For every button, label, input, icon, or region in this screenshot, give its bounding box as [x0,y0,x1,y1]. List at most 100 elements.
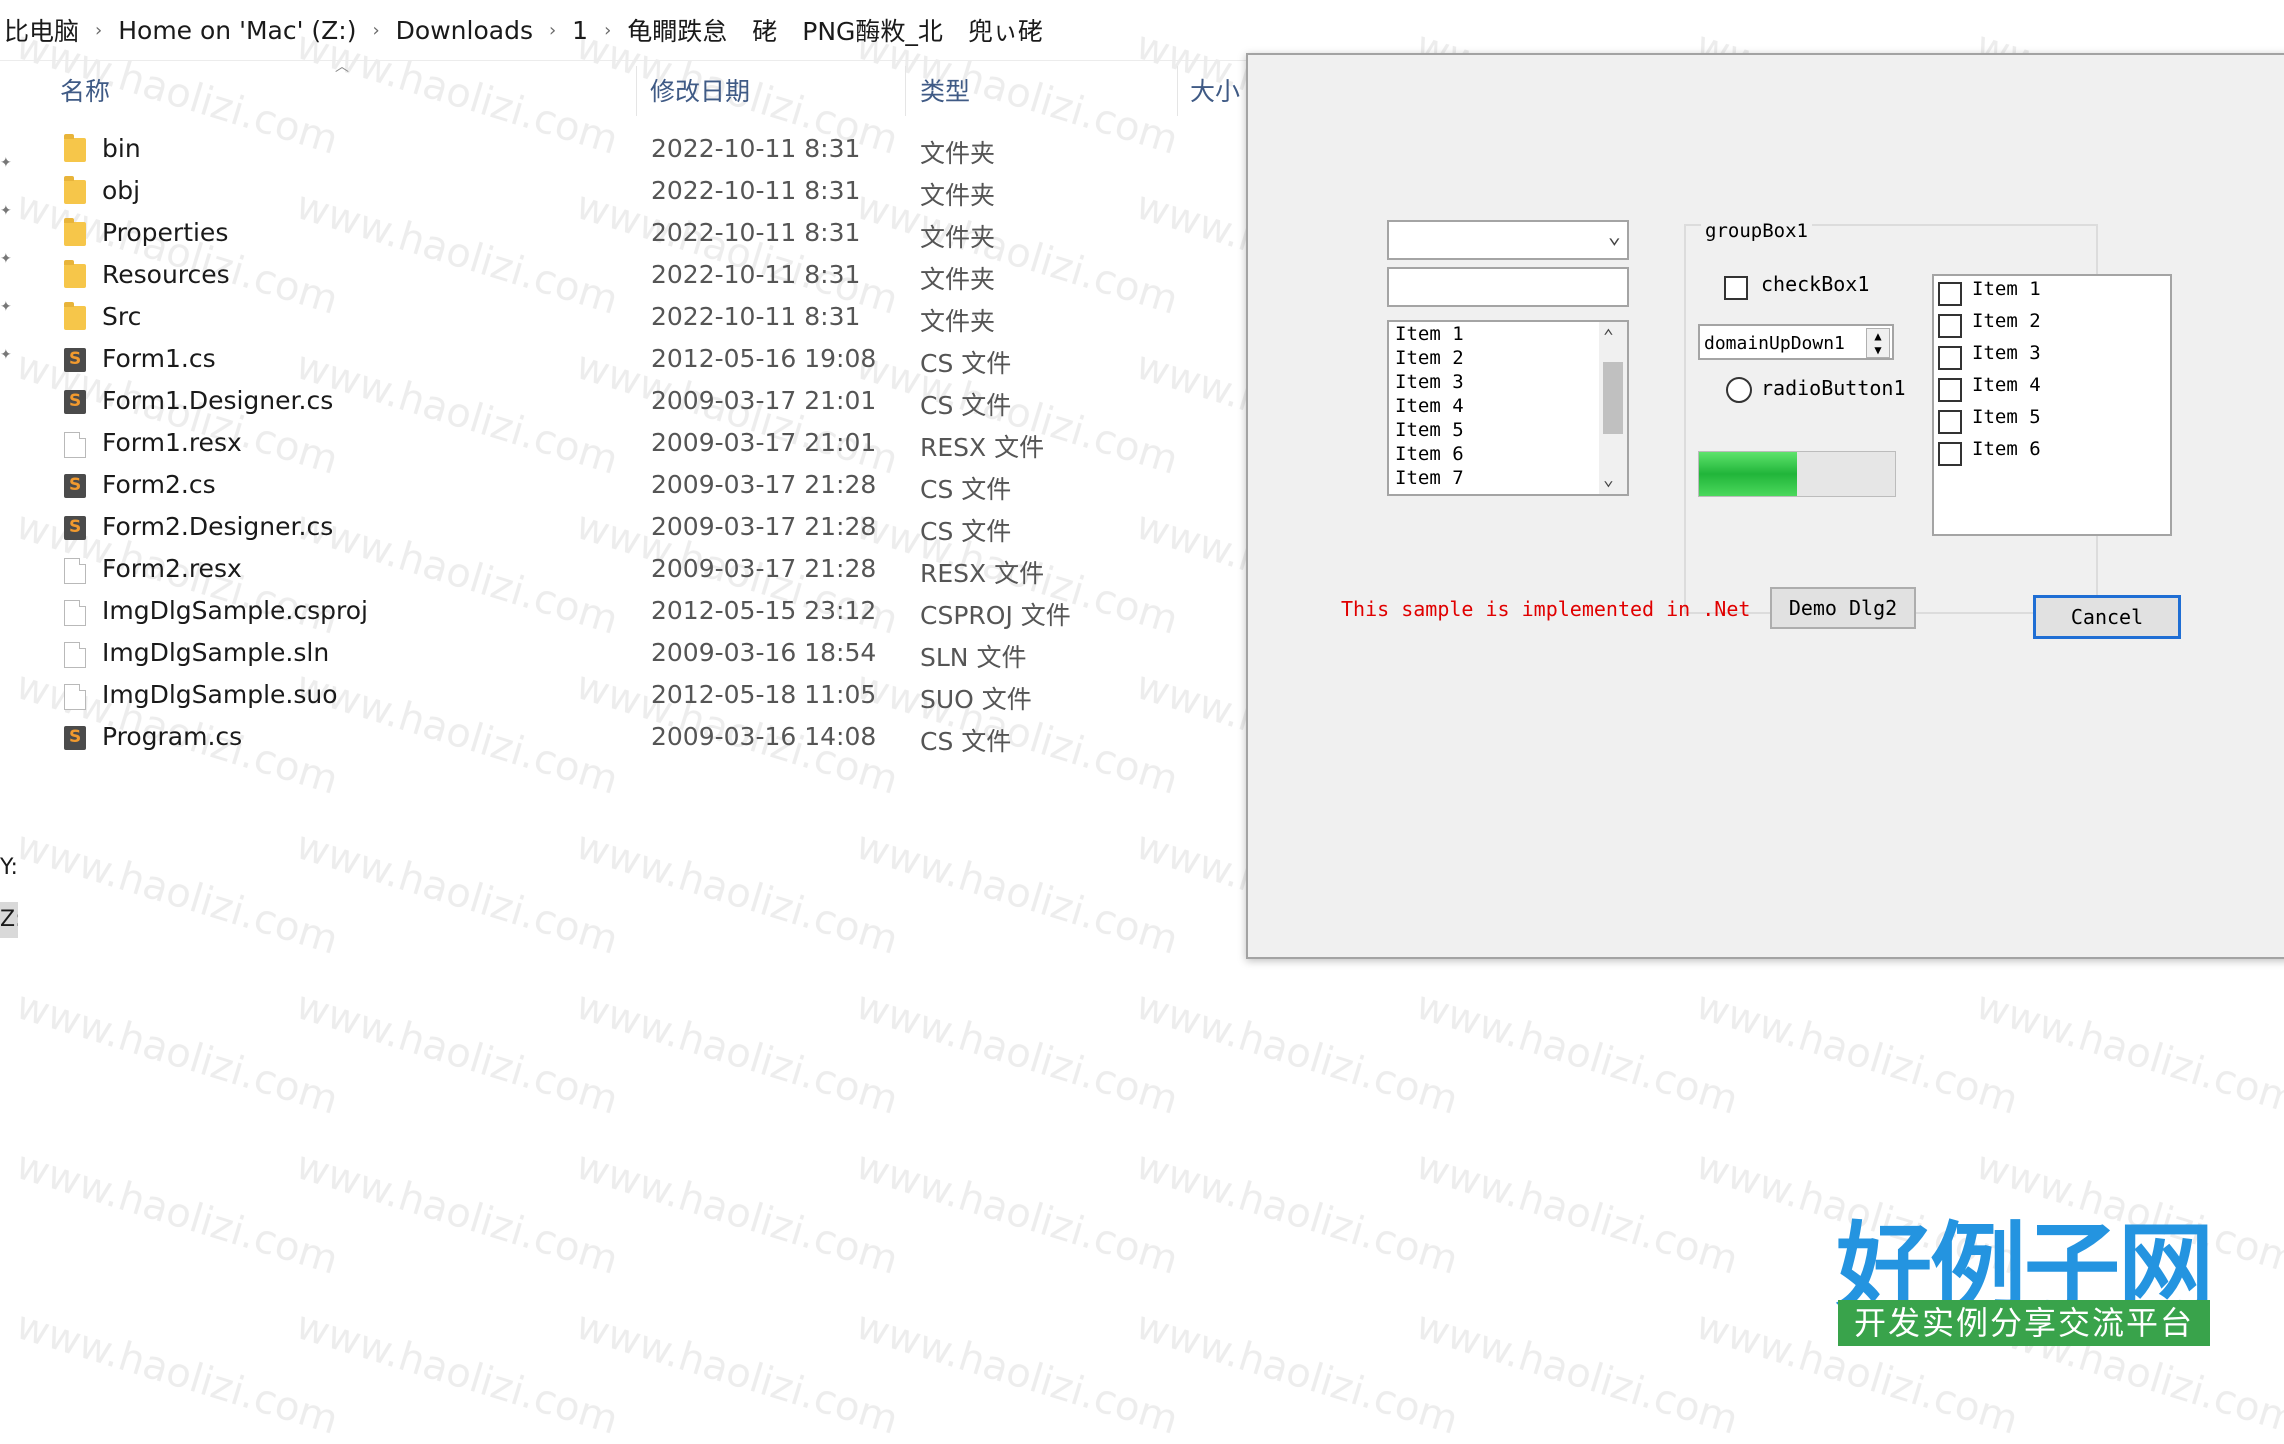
checkbox[interactable] [1938,378,1962,402]
column-header-date[interactable]: 修改日期 [650,66,750,118]
file-row[interactable]: Form2.cs2009-03-17 21:28CS 文件1 KB [0,465,1342,507]
file-name[interactable]: Form2.resx [102,554,242,583]
file-name[interactable]: obj [102,176,140,205]
file-type: CS 文件 [920,727,1012,756]
file-name[interactable]: Properties [102,218,228,247]
checkbox[interactable] [1938,282,1962,306]
checked-list-item[interactable]: Item 5 [1934,404,2170,436]
file-row[interactable]: ImgDlgSample.sln2009-03-16 18:54SLN 文件1 … [0,633,1342,675]
file-name[interactable]: Src [102,302,141,331]
file-row[interactable]: Resources 2022-10-11 8:31 文件夹 [0,255,1250,297]
checked-list-item[interactable]: Item 6 [1934,436,2170,468]
file-type: SUO 文件 [920,685,1032,714]
checked-list-item[interactable]: Item 2 [1934,308,2170,340]
file-row[interactable]: bin 2022-10-11 8:31 文件夹 [0,129,1250,171]
column-header-type[interactable]: 类型 [920,66,970,118]
chevron-right-icon[interactable]: › [604,20,611,41]
file-row[interactable]: Form1.cs2012-05-16 19:08CS 文件1 KB [0,339,1342,381]
file-row[interactable]: Form2.Designer.cs2009-03-17 21:28CS 文件6 … [0,507,1342,549]
demo-dlg2-button[interactable]: Demo Dlg2 [1770,587,1916,629]
list-item[interactable]: Item 4 [1389,394,1627,418]
file-name[interactable]: Form2.cs [102,470,216,499]
list-item[interactable]: Item 6 [1389,442,1627,466]
file-name[interactable]: Program.cs [102,722,242,751]
file-row[interactable]: Src 2022-10-11 8:31 文件夹 [0,297,1250,339]
breadcrumb-item[interactable]: 比电脑 [0,12,83,48]
folder-icon [64,176,86,204]
file-row[interactable]: Form1.Designer.cs2009-03-17 21:01CS 文件10… [0,381,1342,423]
file-type: CS 文件 [920,349,1012,378]
checkbox[interactable] [1938,314,1962,338]
radio-button[interactable] [1726,377,1752,403]
file-type: 文件夹 [920,139,996,168]
file-name[interactable]: Resources [102,260,230,289]
radio-button-label[interactable]: radioButton1 [1761,376,1906,400]
checked-list-item[interactable]: Item 4 [1934,372,2170,404]
watermark-text: www.haolizi.com [850,1302,1184,1444]
chevron-right-icon[interactable]: › [549,20,556,41]
list-item[interactable]: Item 3 [1389,370,1627,394]
column-divider[interactable] [636,66,637,116]
checkbox[interactable] [1938,346,1962,370]
file-row[interactable]: Form1.resx2009-03-17 21:01RESX 文件6 KB [0,423,1342,465]
checkbox[interactable] [1938,442,1962,466]
list-box[interactable]: Item 1 Item 2 Item 3 Item 4 Item 5 Item 6 Item… [1387,320,1629,496]
file-date: 2012-05-15 23:12 [651,596,877,625]
combo-box[interactable]: ⌄ [1387,220,1629,260]
text-box[interactable] [1387,267,1629,307]
column-divider[interactable] [1177,66,1178,116]
column-header-size[interactable]: 大小 [1190,66,1240,118]
watermark-text: www.haolizi.com [570,1142,904,1284]
nav-drive-y[interactable]: Y: [0,855,18,880]
watermark-text: www.haolizi.com [1970,982,2284,1124]
file-row[interactable]: Program.cs2009-03-16 14:08CS 文件1 KB [0,717,1342,759]
list-item[interactable]: Item 2 [1389,346,1627,370]
chevron-down-icon[interactable]: ⌄ [1608,224,1621,249]
chevron-right-icon[interactable]: › [372,20,379,41]
breadcrumb-item[interactable]: Home on 'Mac' (Z:) [114,16,360,45]
list-item[interactable]: Item 1 [1389,322,1627,346]
checked-list-item[interactable]: Item 1 [1934,276,2170,308]
file-row[interactable]: obj 2022-10-11 8:31 文件夹 [0,171,1250,213]
checked-list-item[interactable]: Item 3 [1934,340,2170,372]
group-box: groupBox1 checkBox1 domainUpDown1 ▲ ▼ rad… [1684,220,2172,614]
scroll-thumb[interactable] [1603,362,1623,434]
updown-spin-icon[interactable]: ▲ ▼ [1866,328,1890,358]
breadcrumb-item[interactable]: Downloads [392,16,537,45]
file-row[interactable]: ImgDlgSample.csproj 2012-05-15 23:12 CSPRO… [0,591,1342,633]
chevron-right-icon[interactable]: › [95,20,102,41]
breadcrumb-item[interactable]: 1 [568,16,592,45]
file-name[interactable]: bin [102,134,141,163]
column-divider[interactable] [905,66,906,116]
checkbox[interactable] [1938,410,1962,434]
scroll-down-arrow-icon[interactable]: ⌄ [1603,469,1614,490]
breadcrumb-item[interactable]: 龟瞷跌怠 硓 PNG酶敉_北 兜ぃ硓 [623,12,1047,48]
list-item[interactable]: Item 7 [1389,466,1627,490]
list-scrollbar[interactable]: ⌃ ⌄ [1599,322,1627,494]
file-name[interactable]: ImgDlgSample.csproj [102,596,368,625]
sort-ascending-icon: ︿ [335,59,349,75]
scroll-up-arrow-icon[interactable]: ⌃ [1603,326,1614,347]
file-name[interactable]: ImgDlgSample.suo [102,680,338,709]
checked-list-box[interactable]: Item 1 Item 2 Item 3 Item 4 Item 5 Item 6 [1932,274,2172,536]
nav-drive-z[interactable]: Z: [0,902,18,938]
list-item[interactable]: Item 5 [1389,418,1627,442]
checked-list-item-label: Item 1 [1972,278,2041,300]
file-row[interactable]: Properties 2022-10-11 8:31 文件夹 [0,213,1250,255]
file-row[interactable]: ImgDlgSample.suo2012-05-18 11:05SUO 文件18… [0,675,1342,717]
column-header-name[interactable]: 名称 [60,66,110,118]
file-icon [64,432,86,458]
checkbox-label[interactable]: checkBox1 [1761,272,1869,296]
file-name[interactable]: Form1.cs [102,344,216,373]
file-name[interactable]: Form2.Designer.cs [102,512,333,541]
file-name[interactable]: Form1.resx [102,428,242,457]
file-date: 2009-03-17 21:28 [651,512,877,541]
folder-icon [64,302,86,330]
file-list: bin 2022-10-11 8:31 文件夹 obj 2022-10-11 8:31 文… [0,129,1342,759]
file-name[interactable]: ImgDlgSample.sln [102,638,329,667]
cancel-button[interactable]: Cancel [2033,595,2181,639]
file-row[interactable]: Form2.resx2009-03-17 21:28RESX 文件6 KB [0,549,1342,591]
domain-updown[interactable]: domainUpDown1 ▲ ▼ [1698,324,1894,360]
file-name[interactable]: Form1.Designer.cs [102,386,333,415]
checkbox[interactable] [1724,276,1748,300]
